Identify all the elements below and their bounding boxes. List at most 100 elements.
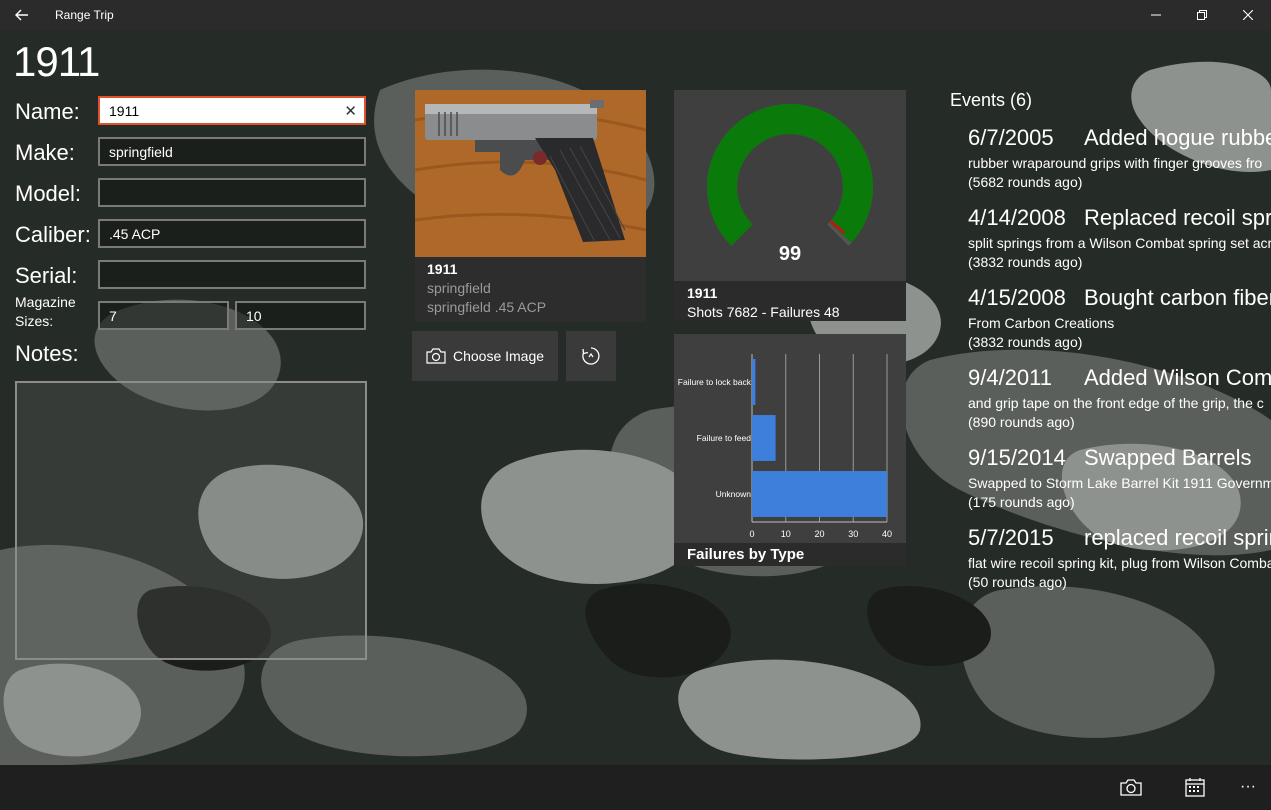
event-title: Bought carbon fiber [1084,285,1271,310]
back-arrow-icon [15,9,28,21]
chart-x-tick-label: 0 [749,529,754,539]
event-title: Added Wilson Comb [1084,365,1271,390]
gauge-value: 99 [778,243,802,265]
calendar-icon [1185,778,1205,797]
gun-photo [415,90,646,257]
serial-field[interactable] [98,260,366,289]
back-button[interactable] [0,0,44,30]
event-heading: 5/7/2015 replaced recoil sprin [968,525,1271,551]
event-description: rubber wraparound grips with finger groo… [968,155,1263,171]
event-item[interactable]: 9/4/2011 Added Wilson Comb and grip tape o… [968,365,1271,430]
gun-card[interactable]: 1911 springfield springfield .45 ACP [415,90,646,322]
restore-icon [1197,10,1207,20]
name-field[interactable]: 1911 ✕ [98,96,366,125]
gun-card-make-caliber: springfield .45 ACP [427,299,547,315]
window-title: Range Trip [55,8,114,22]
chart-bar [752,471,887,517]
event-title: Added hogue rubbe [1084,125,1271,150]
event-date: 5/7/2015 [968,525,1054,550]
restore-button[interactable] [1179,0,1225,30]
close-icon [1243,10,1253,20]
caliber-label: Caliber: [15,222,91,247]
magazine-label: Magazine Sizes: [15,293,76,331]
close-button[interactable] [1225,0,1271,30]
event-item[interactable]: 4/15/2008 Bought carbon fiber From Carbon … [968,285,1271,350]
rotate-icon [582,347,600,365]
chart-x-tick-label: 30 [848,529,858,539]
make-field[interactable]: springfield [98,137,366,166]
notes-textarea[interactable] [15,381,367,660]
event-heading: 4/15/2008 Bought carbon fiber [968,285,1271,311]
minimize-button[interactable] [1133,0,1179,30]
name-label: Name: [15,99,80,124]
event-date: 4/14/2008 [968,205,1066,230]
gun-card-make: springfield [427,280,491,296]
photo-button[interactable] [1119,775,1143,799]
calendar-button[interactable] [1183,775,1207,799]
chart-category-label: Failure to lock back [678,377,752,387]
pistol-image [415,90,646,257]
magazine-size-2-field[interactable]: 10 [235,301,366,330]
notes-label: Notes: [15,341,79,366]
event-heading: 6/7/2005 Added hogue rubbe [968,125,1271,151]
event-date: 9/4/2011 [968,365,1053,390]
gauge-fill [707,104,873,246]
magazine-label-line1: Magazine [15,294,76,310]
camera-icon [1120,779,1142,796]
event-item[interactable]: 4/14/2008 Replaced recoil sprin split spri… [968,205,1271,270]
gun-card-name: 1911 [427,261,458,277]
chart-x-tick-label: 40 [882,529,892,539]
event-description: From Carbon Creations [968,315,1115,331]
chart-x-tick-label: 10 [781,529,791,539]
failures-bar-chart: 0 10 20 30 40 Failure to lock back Failure to … [678,354,892,539]
clear-icon[interactable]: ✕ [344,102,357,120]
name-value: 1911 [109,103,140,119]
chart-category-label: Failure to feed [697,433,752,443]
event-item[interactable]: 5/7/2015 replaced recoil sprin flat wire r… [968,525,1271,590]
event-date: 9/15/2014 [968,445,1066,470]
more-button[interactable]: ··· [1236,775,1260,799]
event-title: Swapped Barrels [1084,445,1252,470]
minimize-icon [1151,14,1161,16]
event-description: and grip tape on the front edge of the g… [968,395,1264,411]
event-rounds-ago: (3832 rounds ago) [968,254,1083,270]
event-rounds-ago: (5682 rounds ago) [968,174,1083,190]
chart-category-label: Unknown [716,489,752,499]
event-title: Replaced recoil sprin [1084,205,1271,230]
event-date: 4/15/2008 [968,285,1066,310]
event-title: replaced recoil sprin [1084,525,1271,550]
failures-chart-card[interactable]: 0 10 20 30 40 Failure to lock back Failure to … [674,334,906,566]
event-date: 6/7/2005 [968,125,1054,150]
magazine-label-line2: Sizes: [15,313,54,329]
event-heading: 9/15/2014 Swapped Barrels [968,445,1271,471]
magazine-size-1-field[interactable]: 7 [98,301,229,330]
rotate-image-button[interactable] [566,331,616,381]
title-bar: Range Trip [0,0,1271,30]
caliber-field[interactable]: .45 ACP [98,219,366,248]
event-description: split springs from a Wilson Combat sprin… [968,235,1271,251]
event-heading: 9/4/2011 Added Wilson Comb [968,365,1271,391]
event-description: Swapped to Storm Lake Barrel Kit 1911 Go… [968,475,1271,491]
event-item[interactable]: 6/7/2005 Added hogue rubbe rubber wraparou… [968,125,1271,190]
chart-bar [752,415,776,461]
event-rounds-ago: (3832 rounds ago) [968,334,1083,350]
event-item[interactable]: 9/15/2014 Swapped Barrels Swapped to Storm… [968,445,1271,510]
chart-footer: Failures by Type [674,543,906,566]
page-title: 1911 [13,38,100,85]
chart-title: Failures by Type [687,546,805,563]
event-rounds-ago: (50 rounds ago) [968,574,1067,590]
reliability-gauge-card[interactable]: 99 1911 Shots 7682 - Failures 48 [674,90,906,321]
choose-image-label: Choose Image [452,348,545,364]
make-label: Make: [15,140,75,165]
chart-bar [752,359,756,405]
choose-image-button[interactable]: Choose Image [412,331,558,381]
event-heading: 4/14/2008 Replaced recoil sprin [968,205,1271,231]
events-header: Events (6) [950,90,1033,110]
command-bar: ··· [0,765,1271,810]
camera-icon [426,348,446,364]
serial-label: Serial: [15,263,78,288]
model-field[interactable] [98,178,366,207]
gauge-gun-name: 1911 [687,285,718,301]
chart-x-tick-label: 20 [814,529,824,539]
event-rounds-ago: (890 rounds ago) [968,414,1075,430]
